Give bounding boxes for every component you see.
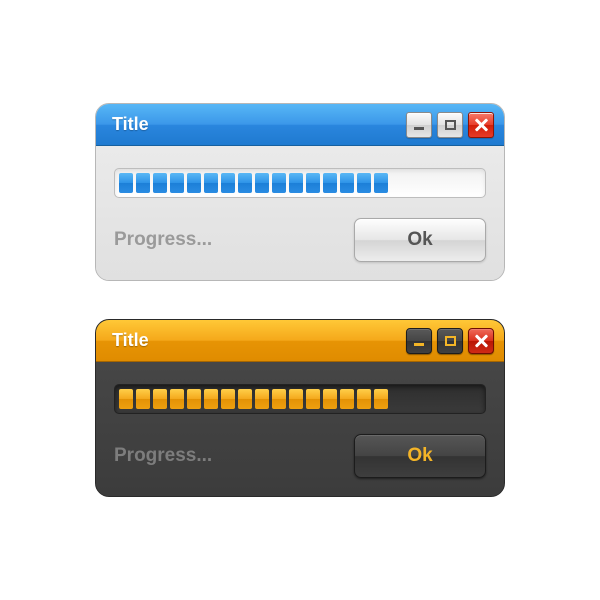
progress-segment: [153, 389, 167, 409]
window-controls: [406, 328, 494, 354]
progress-segment: [374, 389, 388, 409]
progress-bar: [114, 168, 486, 198]
ok-button[interactable]: Ok: [354, 434, 486, 478]
dialog-body: Progress... Ok: [96, 146, 504, 280]
progress-dialog-dark: Title Progress... Ok: [95, 319, 505, 497]
close-icon: [474, 334, 488, 348]
progress-segment: [153, 173, 167, 193]
minimize-button[interactable]: [406, 328, 432, 354]
ok-button[interactable]: Ok: [354, 218, 486, 262]
ok-button-label: Ok: [407, 229, 432, 251]
maximize-button[interactable]: [437, 112, 463, 138]
close-button[interactable]: [468, 328, 494, 354]
progress-segment: [357, 389, 371, 409]
progress-segment: [340, 389, 354, 409]
progress-segment: [136, 389, 150, 409]
progress-segment: [306, 173, 320, 193]
progress-segment: [187, 389, 201, 409]
progress-segment: [255, 389, 269, 409]
progress-bar: [114, 384, 486, 414]
progress-segment: [238, 173, 252, 193]
window-title: Title: [112, 114, 406, 135]
progress-segment: [374, 173, 388, 193]
progress-segment: [340, 173, 354, 193]
progress-segment: [289, 389, 303, 409]
titlebar[interactable]: Title: [96, 320, 504, 362]
progress-segment: [221, 389, 235, 409]
progress-dialog-light: Title Progress... Ok: [95, 103, 505, 281]
minimize-icon: [414, 343, 424, 346]
progress-segment: [357, 173, 371, 193]
progress-segment: [306, 389, 320, 409]
status-text: Progress...: [114, 445, 212, 467]
progress-segment: [136, 173, 150, 193]
window-title: Title: [112, 330, 406, 351]
progress-segment: [255, 173, 269, 193]
progress-segment: [238, 389, 252, 409]
dialog-footer: Progress... Ok: [114, 434, 486, 478]
progress-segment: [272, 389, 286, 409]
progress-segment: [170, 389, 184, 409]
maximize-icon: [445, 336, 456, 346]
progress-segment: [187, 173, 201, 193]
maximize-button[interactable]: [437, 328, 463, 354]
ok-button-label: Ok: [407, 445, 432, 467]
status-text: Progress...: [114, 229, 212, 251]
dialog-body: Progress... Ok: [96, 362, 504, 496]
close-icon: [474, 118, 488, 132]
progress-segment: [119, 389, 133, 409]
progress-segment: [323, 389, 337, 409]
close-button[interactable]: [468, 112, 494, 138]
progress-segment: [170, 173, 184, 193]
window-controls: [406, 112, 494, 138]
titlebar[interactable]: Title: [96, 104, 504, 146]
progress-segment: [289, 173, 303, 193]
minimize-icon: [414, 127, 424, 130]
progress-segment: [272, 173, 286, 193]
progress-segment: [119, 173, 133, 193]
progress-segment: [204, 173, 218, 193]
progress-segment: [204, 389, 218, 409]
minimize-button[interactable]: [406, 112, 432, 138]
maximize-icon: [445, 120, 456, 130]
progress-segment: [323, 173, 337, 193]
progress-segment: [221, 173, 235, 193]
dialog-footer: Progress... Ok: [114, 218, 486, 262]
